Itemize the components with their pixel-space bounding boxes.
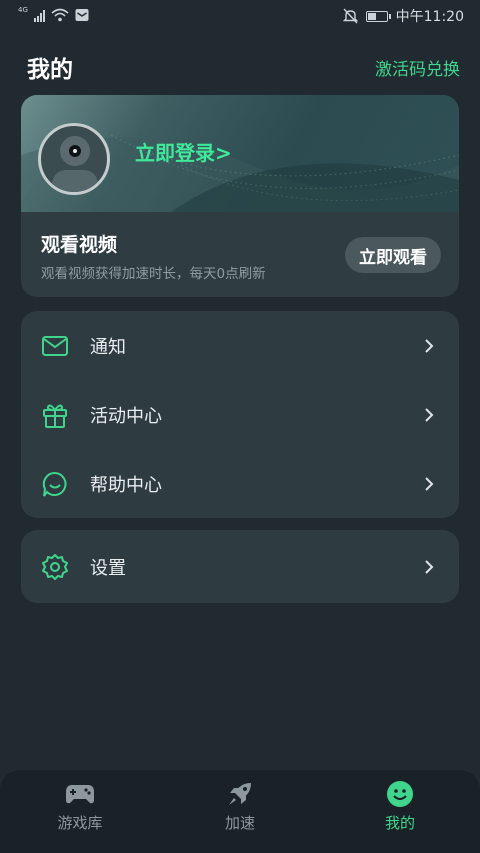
gamepad-icon [64, 780, 96, 808]
nav-label: 游戏库 [57, 814, 103, 832]
chevron-right-icon [425, 476, 434, 491]
status-time: 中午11:20 [395, 9, 464, 25]
nav-label: 我的 [384, 814, 415, 832]
battery-icon [365, 10, 391, 22]
nav-mine[interactable]: 我的 [320, 770, 480, 853]
watch-now-button[interactable]: 立即观看 [345, 237, 441, 273]
menu-item-notification[interactable]: 通知 [21, 311, 459, 380]
gift-icon [41, 401, 69, 429]
watch-video-description: 观看视频获得加速时长，每天0点刷新 [41, 266, 266, 282]
activation-code-link[interactable]: 激活码兑换 [375, 55, 460, 80]
status-bar: 4G 中午11:20 [0, 0, 480, 32]
nav-label: 加速 [224, 814, 255, 832]
rocket-icon [224, 780, 256, 808]
menu-item-activity-center[interactable]: 活动中心 [21, 380, 459, 449]
chevron-right-icon [425, 338, 434, 353]
menu-item-label: 设置 [90, 557, 126, 579]
menu-item-label: 通知 [90, 336, 126, 358]
menu-card-main: 通知 活动中心 帮助中心 [21, 311, 459, 518]
mail-icon [41, 332, 69, 360]
avatar[interactable] [38, 123, 110, 195]
watch-video-title: 观看视频 [41, 234, 118, 256]
menu-item-help-center[interactable]: 帮助中心 [21, 449, 459, 518]
bottom-nav: 游戏库 加速 我的 [0, 770, 480, 853]
nav-accelerate[interactable]: 加速 [160, 770, 320, 853]
mute-bell-icon [342, 8, 358, 24]
menu-card-settings: 设置 [21, 530, 459, 603]
signal-icon [33, 8, 45, 22]
wifi-icon [51, 8, 69, 22]
network-type: 4G [18, 6, 28, 14]
menu-item-label: 帮助中心 [90, 474, 162, 496]
notification-app-icon [75, 9, 89, 21]
menu-item-settings[interactable]: 设置 [21, 530, 459, 603]
smile-face-icon [384, 780, 416, 808]
chevron-right-icon [425, 407, 434, 422]
nav-game-library[interactable]: 游戏库 [0, 770, 160, 853]
profile-banner[interactable]: 立即登录> [21, 95, 459, 212]
chat-smile-icon [41, 470, 69, 498]
page-title: 我的 [27, 57, 73, 83]
login-link[interactable]: 立即登录> [135, 137, 232, 166]
menu-item-label: 活动中心 [90, 405, 162, 427]
profile-card: 立即登录> 观看视频 观看视频获得加速时长，每天0点刷新 立即观看 [21, 95, 459, 297]
chevron-right-icon [425, 559, 434, 574]
gear-icon [41, 553, 69, 581]
